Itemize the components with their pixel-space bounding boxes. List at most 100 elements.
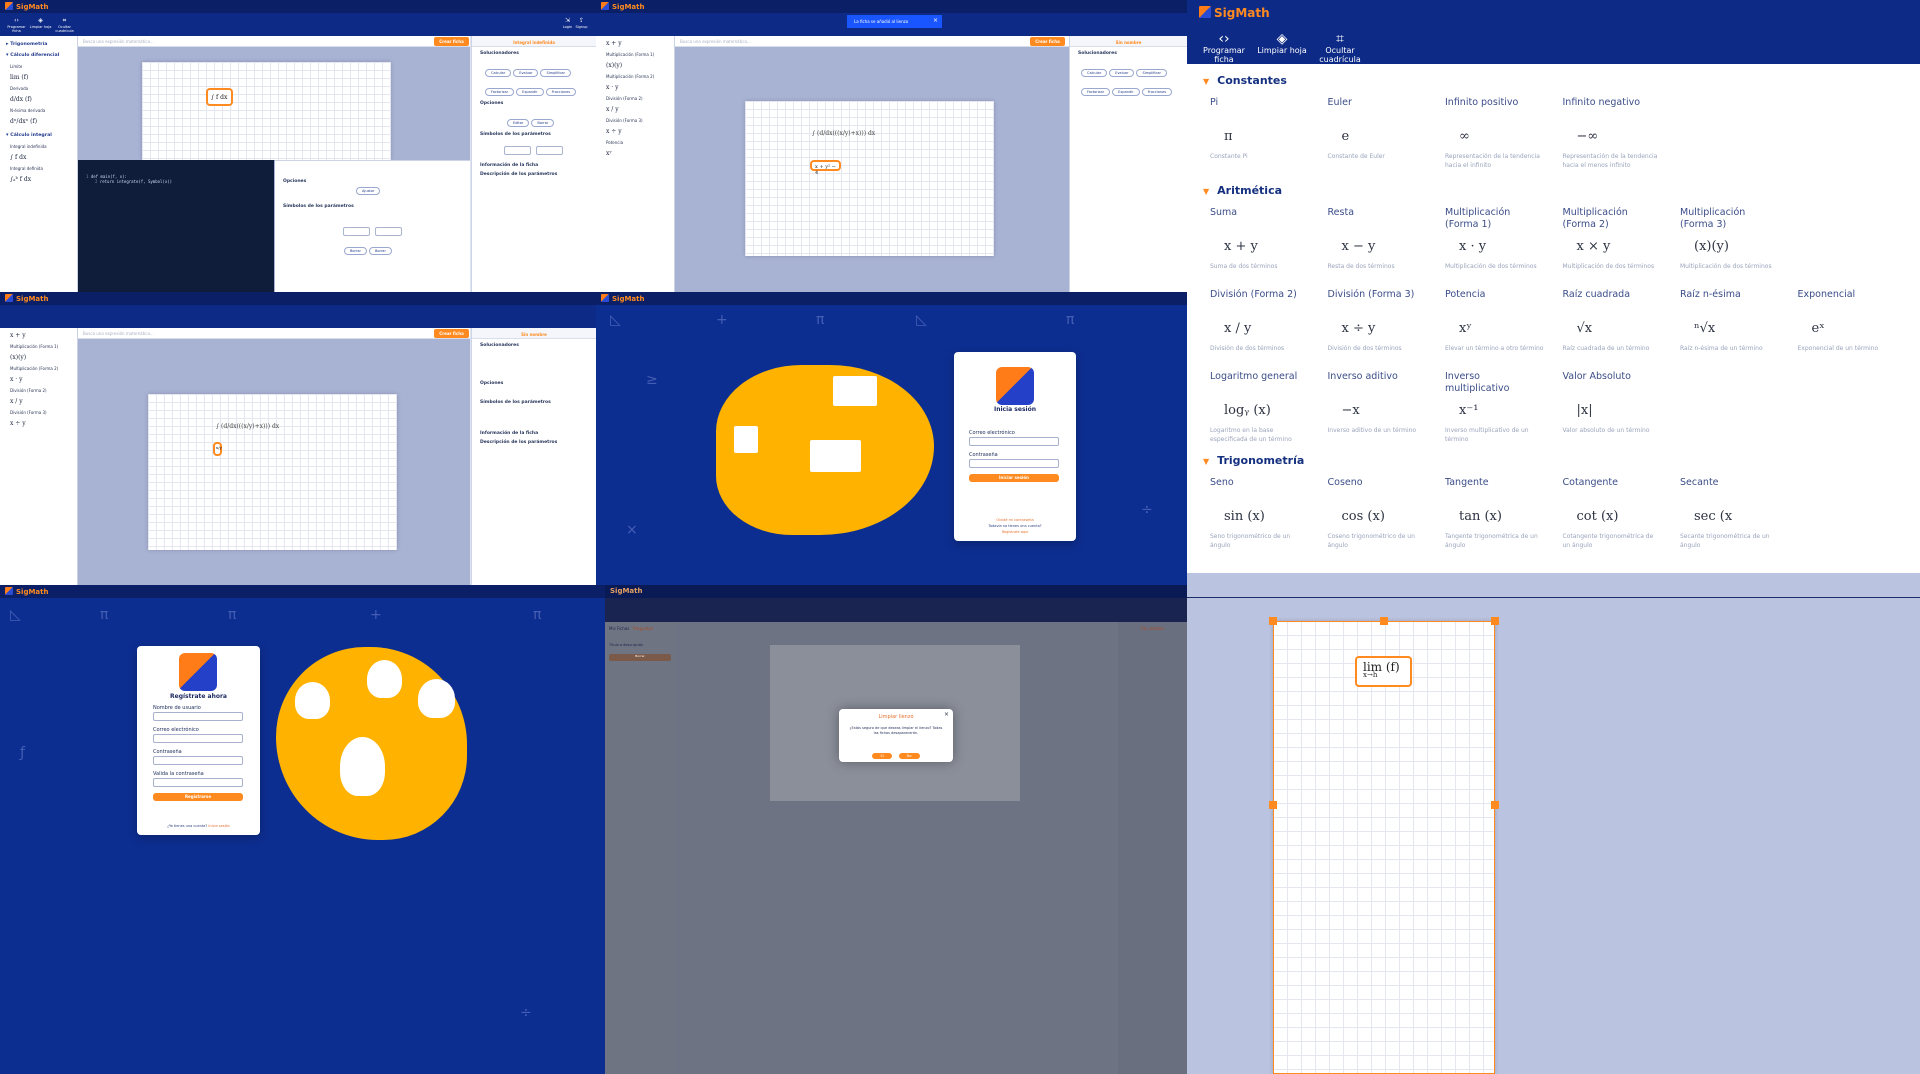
sidebar-item-div2[interactable]: División (Forma 2) bbox=[0, 385, 77, 396]
selection-box[interactable] bbox=[1273, 621, 1495, 1074]
expand-button[interactable]: Expandir bbox=[516, 88, 544, 96]
info-heading[interactable]: Información de la ficha bbox=[480, 431, 596, 436]
email-input[interactable] bbox=[969, 437, 1059, 446]
username-input[interactable] bbox=[153, 712, 243, 721]
fractions-button[interactable]: Fracciones bbox=[545, 88, 577, 96]
sidebar-item-limit[interactable]: Límite bbox=[0, 61, 77, 72]
category-trig[interactable]: ▸ Trigonometría bbox=[6, 41, 77, 47]
delete-card-button[interactable]: Borrar bbox=[609, 654, 671, 661]
mult2-formula[interactable]: x · y bbox=[596, 82, 674, 93]
sidebar-item-div2[interactable]: División (Forma 2) bbox=[596, 93, 674, 104]
category-arith[interactable]: ▼ Aritmética bbox=[1203, 184, 1920, 197]
card-pow[interactable]: Potencia xʸ Elevar un término a otro térmi… bbox=[1445, 289, 1545, 353]
confirm-password-input[interactable] bbox=[153, 778, 243, 787]
card-sin[interactable]: Seno sin (x) Seno trigonométrico de un áng… bbox=[1210, 477, 1310, 550]
desc-heading[interactable]: Descripción de los parámetros bbox=[480, 172, 596, 177]
hide-grid-button[interactable]: ⌗ Ocultar cuadrícula bbox=[52, 17, 77, 33]
resize-handle[interactable] bbox=[1491, 617, 1499, 625]
signup-submit-button[interactable]: Registrarse bbox=[153, 793, 243, 801]
questions-tab[interactable]: Preguntas bbox=[633, 626, 653, 631]
indef-formula[interactable]: ∫ f dx bbox=[0, 152, 77, 163]
card-neg[interactable]: Inverso aditivo −x Inverso aditivo de un t… bbox=[1328, 371, 1428, 444]
resize-handle[interactable] bbox=[1269, 617, 1277, 625]
card-sub[interactable]: Resta x − y Resta de dos términos bbox=[1328, 207, 1428, 271]
div3-formula[interactable]: x ÷ y bbox=[596, 126, 674, 137]
forgot-password-link[interactable]: Olvidé mi contraseña bbox=[954, 518, 1076, 522]
register-link[interactable]: Regístrate aquí bbox=[954, 530, 1076, 534]
evaluate-button[interactable]: Evaluar bbox=[1109, 69, 1135, 77]
close-icon[interactable]: × bbox=[944, 711, 949, 718]
program-card-button[interactable]: ‹› Programar ficha bbox=[4, 17, 29, 33]
card-m1[interactable]: Multiplicación (Forma 1) x · y Multiplicac… bbox=[1445, 207, 1545, 271]
delete-button[interactable]: Borrar bbox=[531, 119, 555, 127]
param-f-input[interactable] bbox=[343, 227, 370, 236]
card-exp[interactable]: Exponencial eˣ Exponencial de un término bbox=[1798, 289, 1898, 353]
resize-handle[interactable] bbox=[1269, 801, 1277, 809]
card-m3[interactable]: Multiplicación (Forma 3) (x)(y) Multiplica… bbox=[1680, 207, 1780, 271]
param-x-input[interactable] bbox=[375, 227, 403, 236]
sidebar-item-mult2[interactable]: Multiplicación (Forma 2) bbox=[0, 363, 77, 374]
search-input[interactable]: Busca una expresión matemática... bbox=[675, 36, 1069, 47]
sidebar-item-pow[interactable]: Potencia bbox=[596, 137, 674, 148]
sum-formula[interactable]: x + y bbox=[596, 38, 674, 49]
card-abs[interactable]: Valor Absoluto |x| Valor absoluto de un té… bbox=[1563, 371, 1663, 444]
div3-formula[interactable]: x ÷ y bbox=[0, 418, 77, 429]
card-sum[interactable]: Suma x + y Suma de dos términos bbox=[1210, 207, 1310, 271]
card-log[interactable]: Logaritmo general logᵧ (x) Logaritmo en la… bbox=[1210, 371, 1310, 444]
selected-formula[interactable]: x + y² − 4 bbox=[810, 160, 841, 176]
simplify-button[interactable]: Simplificar bbox=[540, 69, 571, 77]
mult2-formula[interactable]: x · y bbox=[0, 374, 77, 385]
card-cot[interactable]: Cotangente cot (x) Cotangente trigonométri… bbox=[1563, 477, 1663, 550]
category-calc-int[interactable]: ▾ Cálculo integral bbox=[6, 132, 77, 138]
calculate-button[interactable]: Calcular bbox=[1081, 69, 1108, 77]
hide-grid-button[interactable]: ⌗ Ocultar cuadrícula bbox=[1313, 32, 1367, 64]
adjust-button[interactable]: Ajustar bbox=[356, 187, 381, 195]
card-inf-neg[interactable]: Infinito negativo −∞ Representación de la … bbox=[1563, 97, 1663, 170]
close-icon[interactable]: × bbox=[933, 17, 938, 24]
factor-button[interactable]: Factorizar bbox=[1081, 88, 1111, 96]
fractions-button[interactable]: Fracciones bbox=[1141, 88, 1173, 96]
my-cards-tab[interactable]: Mis Fichas bbox=[609, 626, 629, 631]
search-input[interactable]: Busca una expresión matemática... bbox=[78, 328, 470, 339]
category-constants[interactable]: ▼ Constantes bbox=[1203, 74, 1920, 87]
card-d2[interactable]: División (Forma 2) x / y División de dos t… bbox=[1210, 289, 1310, 353]
info-heading[interactable]: Información de la ficha bbox=[480, 163, 596, 168]
card-sec[interactable]: Secante sec (x Secante trigonométrica de u… bbox=[1680, 477, 1780, 550]
limit-formula[interactable]: lim (f) bbox=[0, 72, 77, 83]
factor-button[interactable]: Factorizar bbox=[485, 88, 515, 96]
pow-formula[interactable]: xʸ bbox=[596, 148, 674, 159]
card-inf-pos[interactable]: Infinito positivo ∞ Representación de la t… bbox=[1445, 97, 1545, 170]
param-f-field[interactable] bbox=[504, 146, 531, 155]
card-sqrt[interactable]: Raíz cuadrada √x Raíz cuadrada de un térmi… bbox=[1563, 289, 1663, 353]
search-input[interactable]: Busca una expresión matemática... bbox=[78, 36, 470, 47]
canvas-formula[interactable]: ∫ f dx bbox=[206, 88, 233, 106]
create-card-button[interactable]: Crear ficha bbox=[434, 37, 469, 46]
mult-formula[interactable]: (x)(y) bbox=[0, 352, 77, 363]
sidebar-item-nth[interactable]: N-ésima derivada bbox=[0, 105, 77, 116]
sidebar-item-derivative[interactable]: Derivada bbox=[0, 83, 77, 94]
sidebar-item-mult1[interactable]: Multiplicación (Forma 1) bbox=[596, 49, 674, 60]
clean-sheet-button[interactable]: ◈ Limpiar hoja bbox=[1255, 32, 1309, 55]
card-m2[interactable]: Multiplicación (Forma 2) x × y Multiplicac… bbox=[1563, 207, 1663, 271]
nth-derivative-formula[interactable]: dⁿ/dxⁿ (f) bbox=[0, 116, 77, 127]
calculate-button[interactable]: Calcular bbox=[485, 69, 512, 77]
sidebar-item-indef[interactable]: Integral indefinida bbox=[0, 141, 77, 152]
simplify-button[interactable]: Simplificar bbox=[1136, 69, 1167, 77]
password-input[interactable] bbox=[153, 756, 243, 765]
sidebar-item-mult2[interactable]: Multiplicación (Forma 2) bbox=[596, 71, 674, 82]
desc-heading[interactable]: Descripción de los parámetros bbox=[480, 440, 596, 445]
sidebar-item-mult1[interactable]: Multiplicación (Forma 1) bbox=[0, 341, 77, 352]
login-link[interactable]: Inicia sesión bbox=[208, 824, 230, 828]
delete-x-button[interactable]: Borrar bbox=[368, 247, 392, 255]
confirm-no-button[interactable]: No bbox=[898, 753, 920, 759]
card-d3[interactable]: División (Forma 3) x ÷ y División de dos t… bbox=[1328, 289, 1428, 353]
card-pi[interactable]: Pi π Constante Pi bbox=[1210, 97, 1310, 170]
selected-formula[interactable]: x/y bbox=[213, 442, 222, 456]
card-inv[interactable]: Inverso multiplicativo x⁻¹ Inverso multipl… bbox=[1445, 371, 1545, 444]
mult-formula[interactable]: (x)(y) bbox=[596, 60, 674, 71]
edit-button[interactable]: Editar bbox=[507, 119, 530, 127]
password-input[interactable] bbox=[969, 459, 1059, 468]
resize-handle[interactable] bbox=[1491, 801, 1499, 809]
create-card-button[interactable]: Crear ficha bbox=[434, 329, 469, 338]
card-nroot[interactable]: Raíz n-ésima ⁿ√x Raíz n-ésima de un términ… bbox=[1680, 289, 1780, 353]
